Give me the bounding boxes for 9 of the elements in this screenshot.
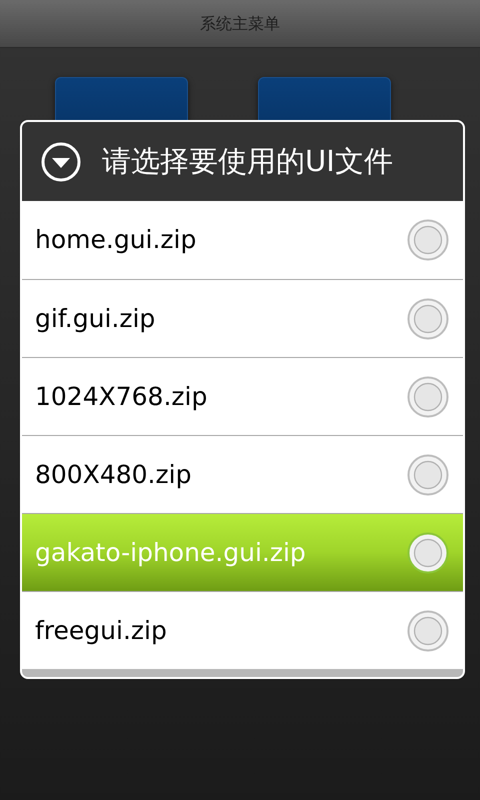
radio-button[interactable] (407, 532, 449, 574)
radio-button[interactable] (407, 298, 449, 340)
window-title: 系统主菜单 (200, 12, 280, 34)
dialog-title: 请选择要使用的UI文件 (102, 142, 393, 180)
radio-button[interactable] (407, 219, 449, 261)
radio-button[interactable] (407, 376, 449, 418)
dropdown-icon (40, 140, 82, 182)
radio-button[interactable] (407, 454, 449, 496)
radio-button[interactable] (407, 610, 449, 652)
